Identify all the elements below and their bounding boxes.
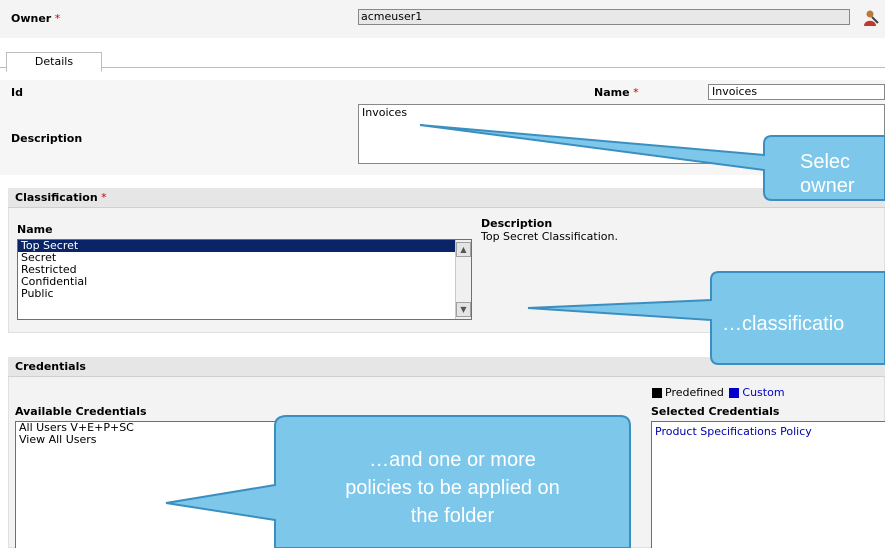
callout-classification-text: …classificatio — [722, 313, 845, 335]
callout-credentials-line2: policies to be applied on — [345, 477, 560, 499]
callout-credentials-line3: the folder — [410, 505, 495, 527]
callout-owner-line1: Selec — [800, 151, 851, 173]
callout-owner-line2: owner — [800, 175, 855, 197]
callout-credentials-line1: …and one or more — [369, 449, 536, 471]
callout-owner-text: Selec owner — [800, 150, 885, 198]
callout-credentials-text: …and one or more policies to be applied … — [280, 446, 625, 530]
